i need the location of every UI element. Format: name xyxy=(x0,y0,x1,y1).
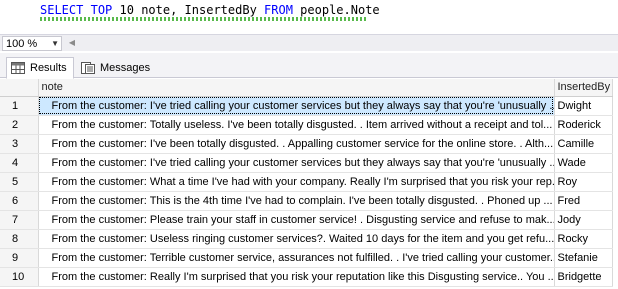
grid-icon xyxy=(11,62,25,74)
table-row[interactable]: 1 From the customer: I've tried calling y… xyxy=(0,96,613,116)
table-row[interactable]: 5 From the customer: What a time I've had… xyxy=(0,172,613,192)
scroll-left-icon[interactable]: ◀ xyxy=(66,37,78,49)
cell-note[interactable]: From the customer: I've tried calling yo… xyxy=(38,153,555,173)
sql-top-count: 10 xyxy=(119,3,134,17)
cell-note[interactable]: From the customer: I've tried calling yo… xyxy=(38,96,555,116)
cell-insertedby[interactable]: Rocky xyxy=(554,229,613,249)
cell-insertedby[interactable]: Wade xyxy=(554,153,613,173)
row-number[interactable]: 5 xyxy=(0,172,39,192)
row-number[interactable]: 4 xyxy=(0,153,39,173)
row-number[interactable]: 9 xyxy=(0,248,39,268)
zoom-bar: 100 % ▼ ◀ xyxy=(0,34,618,51)
query-editor[interactable]: SELECT TOP 10 note, InsertedBy FROM peop… xyxy=(0,0,618,33)
cell-insertedby[interactable]: Camille xyxy=(554,134,613,154)
cell-note[interactable]: From the customer: Terrible customer ser… xyxy=(38,248,555,268)
sql-keyword-top: TOP xyxy=(90,3,113,17)
zoom-dropdown[interactable]: 100 % ▼ xyxy=(2,36,62,51)
cell-note[interactable]: From the customer: This is the 4th time … xyxy=(38,191,555,211)
row-number[interactable]: 7 xyxy=(0,210,39,230)
cell-insertedby[interactable]: Stefanie xyxy=(554,248,613,268)
row-number[interactable]: 8 xyxy=(0,229,39,249)
messages-icon xyxy=(81,61,95,74)
cell-insertedby[interactable]: Roy xyxy=(554,172,613,192)
cell-insertedby[interactable]: Dwight xyxy=(554,96,613,116)
table-row[interactable]: 7 From the customer: Please train your st… xyxy=(0,210,613,230)
table-row[interactable]: 6 From the customer: This is the 4th time… xyxy=(0,191,613,211)
cell-note[interactable]: From the customer: What a time I've had … xyxy=(38,172,555,192)
row-number-header[interactable] xyxy=(0,79,39,97)
tab-results[interactable]: Results xyxy=(6,57,74,79)
row-number[interactable]: 1 xyxy=(0,96,39,116)
syntax-squiggle xyxy=(40,17,367,21)
sql-table-name: people.Note xyxy=(300,3,380,17)
results-table: note InsertedBy 1 From the customer: I've… xyxy=(0,79,613,287)
table-row[interactable]: 2 From the customer: Totally useless. I'v… xyxy=(0,115,613,135)
chevron-down-icon: ▼ xyxy=(51,39,59,48)
sql-keyword-from: FROM xyxy=(264,3,293,17)
tab-results-label: Results xyxy=(30,62,67,74)
table-row[interactable]: 9 From the customer: Terrible customer se… xyxy=(0,248,613,268)
table-row[interactable]: 4 From the customer: I've tried calling y… xyxy=(0,153,613,173)
cell-insertedby[interactable]: Bridgette xyxy=(554,267,613,287)
cell-insertedby[interactable]: Jody xyxy=(554,210,613,230)
sql-columns: note, InsertedBy xyxy=(141,3,257,17)
header-row: note InsertedBy xyxy=(0,79,613,97)
tab-messages-label: Messages xyxy=(100,61,151,74)
cell-note[interactable]: From the customer: Please train your sta… xyxy=(38,210,555,230)
sql-query-text[interactable]: SELECT TOP 10 note, InsertedBy FROM peop… xyxy=(40,3,380,17)
row-number[interactable]: 6 xyxy=(0,191,39,211)
cell-insertedby[interactable]: Fred xyxy=(554,191,613,211)
cell-note[interactable]: From the customer: Really I'm surprised … xyxy=(38,267,555,287)
cell-insertedby[interactable]: Roderick xyxy=(554,115,613,135)
row-number[interactable]: 2 xyxy=(0,115,39,135)
cell-note[interactable]: From the customer: I've been totally dis… xyxy=(38,134,555,154)
sql-keyword-select: SELECT xyxy=(40,3,84,17)
tab-messages[interactable]: Messages xyxy=(76,57,157,78)
column-header-insertedby[interactable]: InsertedBy xyxy=(554,79,613,97)
cell-note[interactable]: From the customer: Useless ringing custo… xyxy=(38,229,555,249)
column-header-note[interactable]: note xyxy=(38,79,555,97)
cell-note[interactable]: From the customer: Totally useless. I've… xyxy=(38,115,555,135)
table-row[interactable]: 10 From the customer: Really I'm surprise… xyxy=(0,267,613,287)
results-grid[interactable]: note InsertedBy 1 From the customer: I've… xyxy=(0,79,618,289)
row-number[interactable]: 3 xyxy=(0,134,39,154)
table-row[interactable]: 3 From the customer: I've been totally di… xyxy=(0,134,613,154)
results-tab-bar: Results Messages xyxy=(0,53,618,79)
table-row[interactable]: 8 From the customer: Useless ringing cust… xyxy=(0,229,613,249)
zoom-value: 100 % xyxy=(6,37,38,50)
row-number[interactable]: 10 xyxy=(0,267,39,287)
